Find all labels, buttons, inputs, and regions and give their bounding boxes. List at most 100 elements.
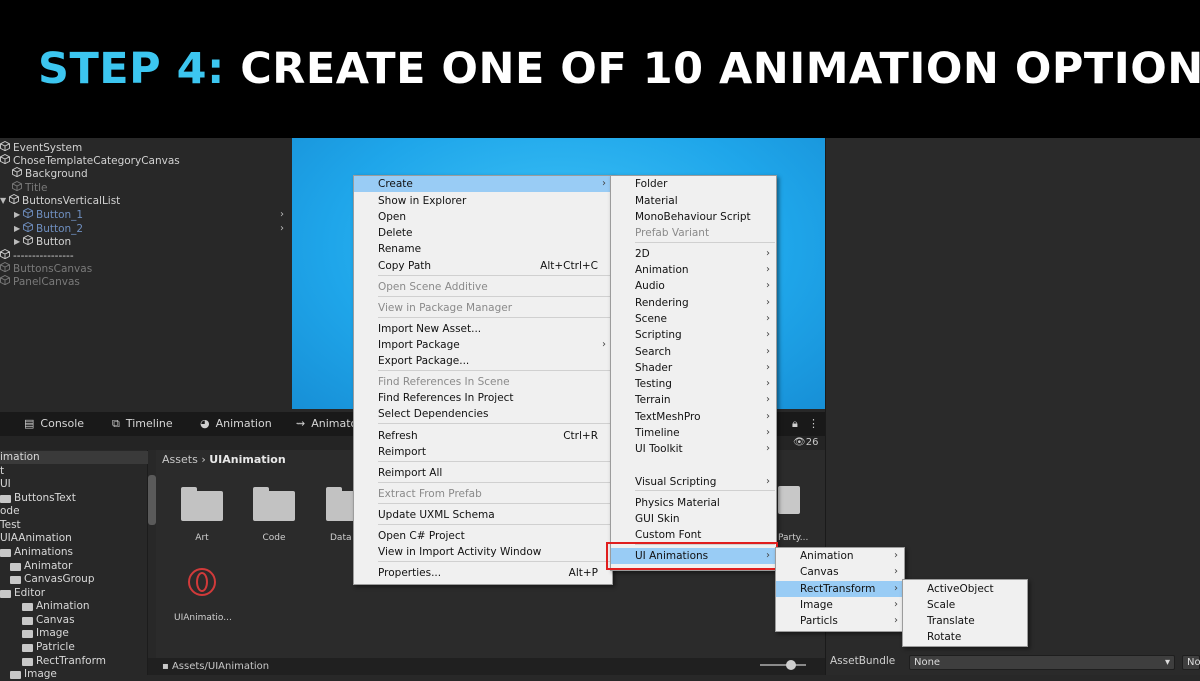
expand-arrow-icon[interactable]: ▶: [14, 208, 23, 222]
ui-animations-item[interactable]: Particls ›: [776, 613, 904, 629]
asset-bundle-dropdown[interactable]: None ▾: [909, 655, 1175, 670]
project-folder-item[interactable]: Editor: [0, 587, 45, 600]
ui-animations-item[interactable]: RectTransform ›: [776, 581, 904, 597]
context-menu-item[interactable]: Refresh Ctrl+R: [354, 428, 612, 444]
chevron-right-icon: ›: [766, 313, 770, 324]
project-folder-item[interactable]: imation: [0, 451, 148, 464]
project-folder-item[interactable]: Animator: [10, 560, 72, 573]
hierarchy-item[interactable]: PanelCanvas: [0, 275, 80, 289]
asset-variant-dropdown[interactable]: No: [1182, 655, 1200, 670]
create-submenu-item[interactable]: Visual Scripting ›: [611, 474, 776, 490]
ui-animations-item[interactable]: Animation ›: [776, 548, 904, 564]
project-folder-item[interactable]: t: [0, 465, 4, 478]
hierarchy-item[interactable]: ChoseTemplateCategoryCanvas: [0, 154, 180, 168]
create-submenu-item[interactable]: MonoBehaviour Script: [611, 209, 776, 225]
hierarchy-item[interactable]: ▶ Button: [14, 235, 71, 249]
tab-animation[interactable]: ◕ Animation: [200, 412, 272, 436]
create-submenu-item[interactable]: Testing ›: [611, 376, 776, 392]
hierarchy-item[interactable]: ButtonsCanvas: [0, 262, 92, 276]
create-submenu-item[interactable]: Timeline ›: [611, 425, 776, 441]
hierarchy-item[interactable]: Background: [12, 167, 88, 181]
project-folder-item[interactable]: Patricle: [22, 641, 75, 654]
project-folder-item[interactable]: Image: [22, 627, 69, 640]
create-submenu-item[interactable]: Physics Material: [611, 495, 776, 511]
hierarchy-item[interactable]: ▶ Button_1: [14, 208, 83, 222]
create-submenu-item[interactable]: Folder: [611, 176, 776, 192]
create-submenu-item[interactable]: Search ›: [611, 344, 776, 360]
context-menu-item[interactable]: Delete: [354, 225, 612, 241]
hierarchy-item[interactable]: EventSystem: [0, 141, 82, 155]
context-menu-item[interactable]: Rename: [354, 241, 612, 257]
context-menu-item[interactable]: Export Package...: [354, 353, 612, 369]
breadcrumb-current[interactable]: UIAnimation: [209, 453, 285, 466]
animator-icon: ⇝: [296, 417, 306, 430]
create-submenu-item[interactable]: TextMeshPro ›: [611, 409, 776, 425]
create-submenu-item[interactable]: 2D ›: [611, 246, 776, 262]
recttransform-item[interactable]: ActiveObject: [903, 581, 1027, 597]
tree-scrollbar[interactable]: [148, 475, 156, 525]
create-submenu-item[interactable]: Rendering ›: [611, 295, 776, 311]
context-menu-item[interactable]: Select Dependencies: [354, 406, 612, 422]
create-submenu-item[interactable]: Material: [611, 193, 776, 209]
create-submenu-item[interactable]: Scene ›: [611, 311, 776, 327]
create-submenu-item[interactable]: Custom Font: [611, 527, 776, 543]
project-folder-item[interactable]: RectTranform: [22, 655, 106, 668]
context-menu-item[interactable]: Import Package ›: [354, 337, 612, 353]
hierarchy-item[interactable]: ▼ ButtonsVerticalList: [0, 194, 120, 208]
context-menu-item[interactable]: Find References In Project: [354, 390, 612, 406]
breadcrumb-assets[interactable]: Assets: [162, 453, 198, 466]
chevron-right-icon[interactable]: ›: [280, 208, 284, 222]
hierarchy-item[interactable]: ----------------: [0, 249, 74, 263]
context-menu-item[interactable]: Copy Path Alt+Ctrl+C: [354, 258, 612, 274]
ui-animations-item[interactable]: Image ›: [776, 597, 904, 613]
more-menu-icon[interactable]: ⋮: [808, 412, 819, 436]
folder-icon[interactable]: [181, 487, 223, 521]
recttransform-item[interactable]: Rotate: [903, 629, 1027, 645]
context-menu-item[interactable]: Properties... Alt+P: [354, 565, 612, 581]
context-menu-item[interactable]: Import New Asset...: [354, 321, 612, 337]
lock-icon[interactable]: 🔒︎: [792, 412, 798, 436]
project-folder-item[interactable]: ButtonsText: [0, 492, 76, 505]
context-menu-item[interactable]: Show in Explorer: [354, 193, 612, 209]
project-folder-item[interactable]: ode: [0, 505, 20, 518]
recttransform-item[interactable]: Translate: [903, 613, 1027, 629]
expand-arrow-icon[interactable]: ▶: [14, 235, 23, 249]
context-menu-item[interactable]: Reimport: [354, 444, 612, 460]
expand-arrow-icon[interactable]: ▶: [14, 222, 23, 236]
project-folder-item[interactable]: UIAAnimation: [0, 532, 72, 545]
tab-console[interactable]: ▤ Console: [24, 412, 84, 436]
tab-animator[interactable]: ⇝ Animato: [296, 412, 357, 436]
create-submenu-item[interactable]: Terrain ›: [611, 392, 776, 408]
project-folder-item[interactable]: CanvasGroup: [10, 573, 95, 586]
create-submenu-item[interactable]: UI Toolkit ›: [611, 441, 776, 457]
file-icon[interactable]: [778, 486, 800, 514]
ui-animations-item[interactable]: Canvas ›: [776, 564, 904, 580]
gameobject-icon: [23, 208, 36, 222]
project-folder-item[interactable]: Test: [0, 519, 21, 532]
hierarchy-item[interactable]: ▶ Button_2: [14, 222, 83, 236]
context-menu-item[interactable]: View in Import Activity Window: [354, 544, 612, 560]
project-folder-item[interactable]: Animations: [0, 546, 73, 559]
create-submenu-item[interactable]: Animation ›: [611, 262, 776, 278]
chevron-right-icon: ›: [894, 550, 898, 561]
project-folder-item[interactable]: UI: [0, 478, 11, 491]
expand-arrow-icon[interactable]: ▼: [0, 194, 9, 208]
project-folder-item[interactable]: Animation: [22, 600, 90, 613]
tab-timeline[interactable]: ⧉ Timeline: [112, 412, 173, 436]
context-menu-item[interactable]: Open: [354, 209, 612, 225]
context-menu-item[interactable]: Update UXML Schema: [354, 507, 612, 523]
create-submenu-item[interactable]: Shader ›: [611, 360, 776, 376]
create-submenu-item[interactable]: GUI Skin: [611, 511, 776, 527]
create-submenu-item[interactable]: Audio ›: [611, 278, 776, 294]
context-menu-item[interactable]: Open C# Project: [354, 528, 612, 544]
recttransform-item[interactable]: Scale: [903, 597, 1027, 613]
context-menu-item[interactable]: Create ›: [354, 176, 612, 192]
zoom-slider[interactable]: [760, 660, 806, 670]
project-folder-item[interactable]: Canvas: [22, 614, 75, 627]
folder-icon[interactable]: [253, 487, 295, 521]
chevron-right-icon[interactable]: ›: [280, 222, 284, 236]
hierarchy-item[interactable]: Title: [12, 181, 48, 195]
context-menu-item[interactable]: Reimport All: [354, 465, 612, 481]
create-submenu-item[interactable]: Scripting ›: [611, 327, 776, 343]
ui-animation-asset-icon[interactable]: [188, 568, 216, 596]
